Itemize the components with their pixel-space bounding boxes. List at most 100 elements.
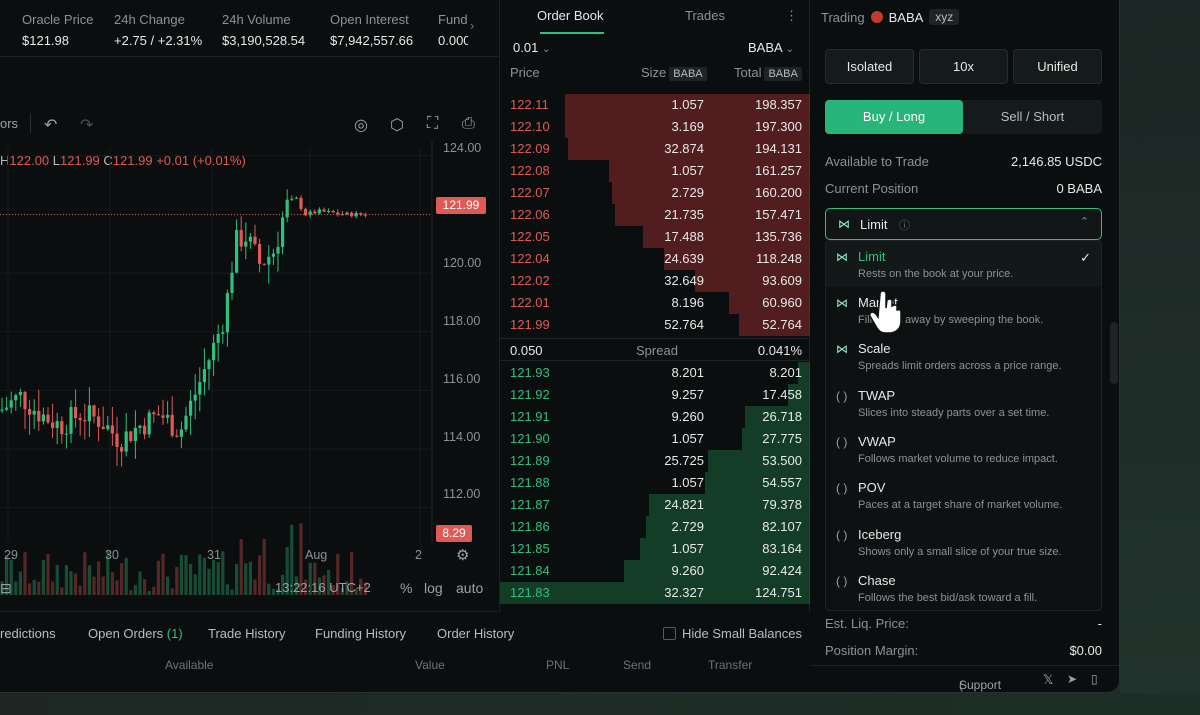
ask-row[interactable]: 122.10 3.169 197.300 [500, 116, 810, 138]
ask-row[interactable]: 122.11 1.057 198.357 [500, 94, 810, 116]
est-liq-price: Est. Liq. Price: - [825, 616, 1102, 631]
order-type-option-vwap[interactable]: ( ) VWAP Follows market volume to reduce i… [826, 426, 1101, 472]
candle-body [69, 407, 73, 434]
chevron-right-icon[interactable]: › [470, 18, 474, 33]
panel-scrollbar[interactable] [1110, 322, 1118, 384]
axis-settings-icon[interactable]: ⚙ [456, 546, 469, 564]
more-vertical-icon[interactable]: ⋮ [785, 8, 798, 24]
bid-row[interactable]: 121.91 9.260 26.718 [500, 406, 810, 428]
candle-body [143, 425, 147, 435]
row-size: 32.649 [664, 273, 704, 288]
ask-row[interactable]: 121.99 52.764 52.764 [500, 314, 810, 336]
tick-size-select[interactable]: 0.01 ⌄ [513, 40, 550, 55]
leverage-button[interactable]: 10x [919, 49, 1008, 84]
x-social-icon[interactable]: 𝕏 [1043, 672, 1053, 688]
order-type-option-twap[interactable]: ( ) TWAP Slices into steady parts over a s… [826, 380, 1101, 426]
hide-small-balances[interactable]: Hide Small Balances [663, 626, 802, 641]
column-header: PNL [546, 658, 570, 672]
tab-trade-history[interactable]: Trade History [208, 626, 286, 641]
candle-body [97, 416, 101, 427]
margin-mode-button[interactable]: Isolated [825, 49, 914, 84]
candle-body [258, 244, 262, 264]
bid-row[interactable]: 121.90 1.057 27.775 [500, 428, 810, 450]
candle-body [106, 425, 110, 430]
candle-body [115, 433, 119, 448]
info-icon[interactable]: ⓘ [899, 217, 910, 233]
hide-small-checkbox[interactable] [663, 627, 676, 640]
row-size: 3.169 [671, 119, 704, 134]
telegram-icon[interactable]: ➤ [1067, 672, 1077, 686]
ask-row[interactable]: 122.01 8.196 60.960 [500, 292, 810, 314]
row-total: 160.200 [755, 185, 802, 200]
bid-row[interactable]: 121.84 9.260 92.424 [500, 560, 810, 582]
row-size: 32.874 [664, 141, 704, 156]
symbol-unit-value: BABA [748, 40, 782, 55]
order-type-option-scale[interactable]: ⋈ Scale Spreads limit orders across a pric… [826, 333, 1101, 379]
calendar-icon[interactable]: ⊟ [0, 580, 12, 597]
order-type-option-limit[interactable]: ⋈ Limit Rests on the book at your price. ✓ [826, 241, 1101, 287]
ask-row[interactable]: 122.02 32.649 93.609 [500, 270, 810, 292]
side-toggle: Buy / Long Sell / Short [825, 100, 1102, 134]
account-tabs: redictions Open Orders (1) Trade History… [0, 612, 810, 692]
price-chart[interactable]: ors ↶ ↷ ◎ ⬡ ⛶ ⎙ H122.00 L121.99 C121.99 … [0, 57, 498, 612]
row-total: 82.107 [762, 519, 802, 534]
sell-short-button[interactable]: Sell / Short [963, 100, 1102, 134]
order-type-option-iceberg[interactable]: ( ) Iceberg Shows only a small slice of yo… [826, 519, 1101, 565]
volume-bar [166, 576, 170, 595]
y-tick: 116.00 [443, 372, 481, 386]
tab-order-book[interactable]: Order Book [537, 8, 603, 23]
row-total: 118.248 [755, 251, 802, 266]
ticker-value: $121.98 [22, 33, 69, 48]
candle-body [336, 212, 340, 215]
tab-trades[interactable]: Trades [685, 8, 725, 23]
bowtie-icon: ⋈ [836, 296, 848, 310]
volume-bar [239, 539, 243, 595]
order-type-select[interactable]: ⋈ Limit ⓘ ⌃ [825, 208, 1102, 240]
account-mode-button[interactable]: Unified [1013, 49, 1102, 84]
bid-row[interactable]: 121.86 2.729 82.107 [500, 516, 810, 538]
tab-order-history[interactable]: Order History [437, 626, 514, 641]
candlestick-plot[interactable] [0, 57, 498, 612]
volume-bar [184, 555, 188, 595]
percent-scale-toggle[interactable]: % [400, 580, 412, 596]
buy-long-button[interactable]: Buy / Long [825, 100, 963, 134]
bid-row[interactable]: 121.87 24.821 79.378 [500, 494, 810, 516]
ask-row[interactable]: 122.05 17.488 135.736 [500, 226, 810, 248]
volume-bar [28, 583, 32, 595]
auto-scale-toggle[interactable]: auto [456, 580, 483, 596]
row-price: 122.06 [510, 207, 550, 222]
hide-small-label: Hide Small Balances [682, 626, 802, 641]
option-desc: Slices into steady parts over a set time… [858, 407, 1050, 419]
spread-row: 0.050 Spread 0.041% [500, 338, 810, 361]
row-size: 1.057 [671, 431, 704, 446]
order-type-option-chase[interactable]: ( ) Chase Follows the best bid/ask toward … [826, 565, 1101, 610]
log-scale-toggle[interactable]: log [424, 580, 443, 596]
bid-row[interactable]: 121.89 25.725 53.500 [500, 450, 810, 472]
docs-book-icon[interactable]: ▯ [1091, 672, 1098, 686]
symbol-unit-select[interactable]: BABA ⌄ [748, 40, 794, 55]
ask-row[interactable]: 122.06 21.735 157.471 [500, 204, 810, 226]
background-bottom [0, 693, 1200, 715]
volume-bar [23, 552, 27, 595]
tab-funding-history[interactable]: Funding History [315, 626, 406, 641]
bid-row[interactable]: 121.93 8.201 8.201 [500, 362, 810, 384]
total-unit: BABA [764, 67, 802, 81]
candle-body [262, 263, 266, 265]
bid-row[interactable]: 121.92 9.257 17.458 [500, 384, 810, 406]
tab-predictions[interactable]: redictions [0, 626, 56, 641]
bid-row[interactable]: 121.85 1.057 83.164 [500, 538, 810, 560]
order-type-option-pov[interactable]: ( ) POV Paces at a target share of market … [826, 472, 1101, 518]
ask-row[interactable]: 122.08 1.057 161.257 [500, 160, 810, 182]
tab-open-orders[interactable]: Open Orders (1) [88, 626, 183, 641]
row-total: 26.718 [762, 409, 802, 424]
ask-row[interactable]: 122.04 24.639 118.248 [500, 248, 810, 270]
candle-body [5, 407, 9, 410]
bid-row[interactable]: 121.83 32.327 124.751 [500, 582, 810, 604]
ask-row[interactable]: 122.09 32.874 194.131 [500, 138, 810, 160]
row-total: 17.458 [762, 387, 802, 402]
volume-bar [124, 557, 128, 595]
row-total: 194.131 [755, 141, 802, 156]
bid-row[interactable]: 121.88 1.057 54.557 [500, 472, 810, 494]
order-type-option-market[interactable]: ⋈ Market Fills right away by sweeping the … [826, 287, 1101, 333]
ask-row[interactable]: 122.07 2.729 160.200 [500, 182, 810, 204]
